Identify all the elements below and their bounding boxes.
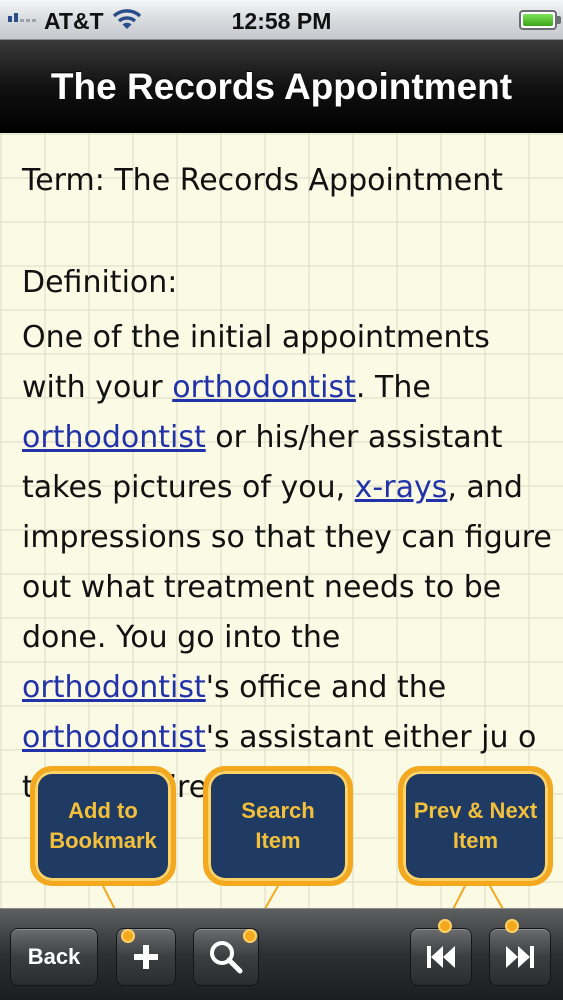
status-time: 12:58 PM (231, 8, 332, 34)
plus-icon (134, 945, 158, 969)
status-bar: AT&T 12:58 PM (0, 0, 563, 40)
definition-body: One of the initial appointments with you… (22, 313, 552, 813)
skip-forward-icon (506, 946, 534, 968)
bookmark-callout-dot (121, 929, 135, 943)
back-button[interactable]: Back (10, 928, 98, 986)
next-item-button[interactable] (489, 928, 551, 986)
definition-text: ju (481, 720, 509, 755)
term-line: Term: The Records Appointment (22, 163, 504, 198)
glossary-link[interactable]: x-rays (355, 470, 448, 505)
prev-callout-dot (438, 919, 452, 933)
page-title: The Records Appointment (50, 65, 513, 107)
next-callout-dot (505, 919, 519, 933)
definition-text: 's assistant either (205, 720, 482, 755)
definition-label: Definition: (22, 265, 178, 300)
search-tooltip: Search Item (203, 766, 353, 886)
navigation-bar: The Records Appointment (0, 40, 563, 133)
definition-text: . The (355, 370, 431, 405)
glossary-link[interactable]: orthodontist (172, 370, 356, 405)
search-icon (210, 941, 243, 974)
bookmark-tooltip: Add to Bookmark (30, 766, 176, 886)
skip-back-icon (427, 946, 455, 968)
definition-text: 's office and the (205, 670, 447, 705)
search-callout-dot (243, 929, 257, 943)
prev-next-tooltip: Prev & Next Item (398, 766, 553, 886)
bottom-toolbar: Back (0, 908, 563, 1000)
previous-item-button[interactable] (410, 928, 472, 986)
glossary-link[interactable]: orthodontist (22, 420, 206, 455)
glossary-link[interactable]: orthodontist (22, 720, 206, 755)
battery-icon (519, 10, 561, 30)
glossary-link[interactable]: orthodontist (22, 670, 206, 705)
